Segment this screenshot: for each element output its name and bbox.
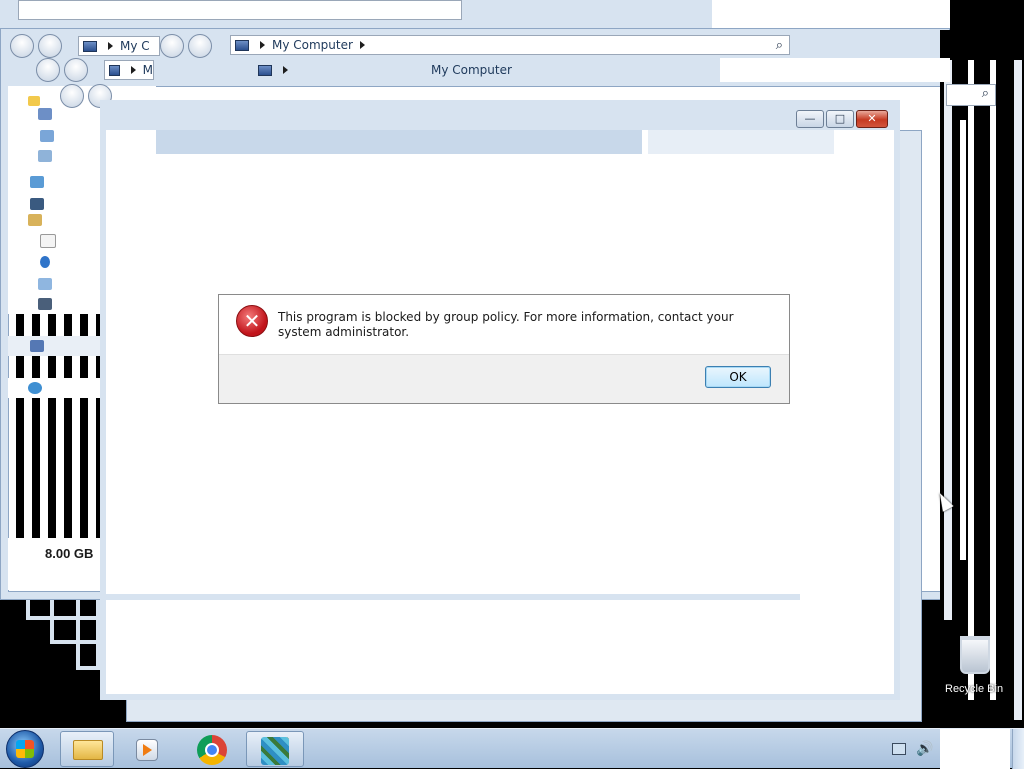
libraries-icon bbox=[30, 176, 44, 188]
notification-area: 🔊 bbox=[884, 731, 940, 767]
computer-icon[interactable] bbox=[30, 340, 44, 352]
blank-window-toolbar bbox=[156, 130, 642, 154]
downloads-icon bbox=[40, 130, 54, 142]
dialog-footer: OK bbox=[219, 354, 789, 403]
pictures-icon bbox=[38, 278, 52, 290]
address-bar-secondary[interactable]: My Computer bbox=[254, 60, 674, 80]
breadcrumb-truncated: My C bbox=[120, 39, 150, 53]
top-right-white-panel bbox=[712, 0, 950, 30]
forward-button[interactable] bbox=[38, 34, 62, 58]
breadcrumb-my-computer-secondary[interactable]: My Computer bbox=[431, 63, 512, 77]
media-player-icon bbox=[136, 739, 158, 761]
videos-icon bbox=[38, 298, 52, 310]
recycle-bin-label[interactable]: Recycle Bin bbox=[945, 683, 1003, 695]
forward-button-2[interactable] bbox=[64, 58, 88, 82]
music-icon bbox=[40, 256, 50, 268]
maximize-button[interactable]: □ bbox=[826, 110, 854, 128]
right-stripe-3 bbox=[990, 60, 996, 700]
breadcrumb-arrow-icon bbox=[359, 41, 365, 49]
documents-icon bbox=[40, 234, 56, 248]
back-button-3[interactable] bbox=[60, 84, 84, 108]
computer-icon bbox=[258, 64, 272, 76]
address-bar[interactable]: My Computer ⌕ bbox=[230, 35, 790, 55]
breadcrumb-truncated-m: M bbox=[142, 63, 153, 77]
nav-pane-network-row bbox=[8, 378, 100, 398]
taskbar-chrome[interactable] bbox=[184, 731, 238, 767]
folder-icon bbox=[73, 740, 103, 760]
stacked-frame-3 bbox=[76, 600, 100, 670]
address-bar-truncated-2[interactable]: M bbox=[104, 60, 154, 80]
taskbar: 🔊 bbox=[0, 728, 1024, 769]
close-button[interactable]: ✕ bbox=[856, 110, 888, 128]
volume-icon[interactable]: 🔊 bbox=[916, 741, 933, 757]
breadcrumb-arrow-icon bbox=[283, 66, 288, 74]
ok-button[interactable]: OK bbox=[705, 366, 771, 388]
videos-library-icon bbox=[30, 198, 44, 210]
network-icon[interactable] bbox=[28, 382, 42, 394]
registry-editor-icon bbox=[261, 737, 289, 765]
chrome-icon bbox=[197, 735, 227, 765]
blank-window-client bbox=[106, 156, 894, 694]
network-tray-icon[interactable] bbox=[892, 743, 906, 755]
breadcrumb-arrow-icon bbox=[108, 42, 113, 50]
forward-button-4[interactable] bbox=[188, 34, 212, 58]
windows-logo-icon bbox=[16, 740, 34, 758]
error-message: This program is blocked by group policy.… bbox=[278, 310, 734, 339]
desktop-icon bbox=[38, 108, 52, 120]
window-edge-left bbox=[100, 100, 106, 600]
recycle-bin-icon[interactable] bbox=[960, 636, 990, 674]
window-edge-bottom bbox=[100, 594, 800, 600]
error-dialog: ✕ This program is blocked by group polic… bbox=[218, 294, 790, 404]
taskbar-registry-editor[interactable] bbox=[246, 731, 304, 767]
back-button-4[interactable] bbox=[160, 34, 184, 58]
search-icon[interactable]: ⌕ bbox=[776, 38, 783, 53]
taskbar-media-player[interactable] bbox=[120, 731, 174, 767]
pictures-library-icon bbox=[28, 214, 42, 226]
computer-icon bbox=[83, 40, 97, 52]
breadcrumb-my-computer[interactable]: My Computer bbox=[272, 38, 353, 52]
computer-icon bbox=[235, 39, 249, 51]
right-stripe-5 bbox=[960, 120, 966, 560]
search-icon[interactable]: ⌕ bbox=[982, 86, 989, 101]
blank-window-toolbar-right bbox=[648, 130, 834, 154]
recent-places-icon bbox=[38, 150, 52, 162]
breadcrumb-arrow-icon bbox=[130, 66, 136, 74]
taskbar-explorer[interactable] bbox=[60, 731, 114, 767]
favorites-star-icon bbox=[28, 96, 40, 106]
back-button-2[interactable] bbox=[36, 58, 60, 82]
right-stripe-1 bbox=[944, 60, 952, 620]
address-bar-truncated[interactable]: My C bbox=[78, 36, 160, 56]
search-box-right[interactable]: ⌕ bbox=[946, 84, 996, 106]
blank-window-titlebar bbox=[106, 106, 894, 130]
start-button[interactable] bbox=[6, 730, 44, 768]
show-desktop-area[interactable] bbox=[940, 729, 1010, 769]
error-icon: ✕ bbox=[236, 305, 268, 337]
ram-total-label: 8.00 GB bbox=[45, 546, 94, 561]
search-box[interactable] bbox=[720, 58, 950, 82]
right-dark-region bbox=[940, 30, 1024, 730]
minimize-button[interactable]: — bbox=[796, 110, 824, 128]
top-input-field bbox=[18, 0, 462, 20]
show-desktop-button[interactable] bbox=[1012, 729, 1024, 769]
back-button[interactable] bbox=[10, 34, 34, 58]
nav-pane-selected bbox=[8, 336, 100, 356]
computer-icon bbox=[109, 64, 120, 76]
right-stripe-4 bbox=[1014, 60, 1022, 720]
right-stripe-2 bbox=[968, 60, 974, 700]
breadcrumb-arrow-icon bbox=[260, 41, 265, 49]
window-caption-buttons: — □ ✕ bbox=[796, 110, 892, 128]
